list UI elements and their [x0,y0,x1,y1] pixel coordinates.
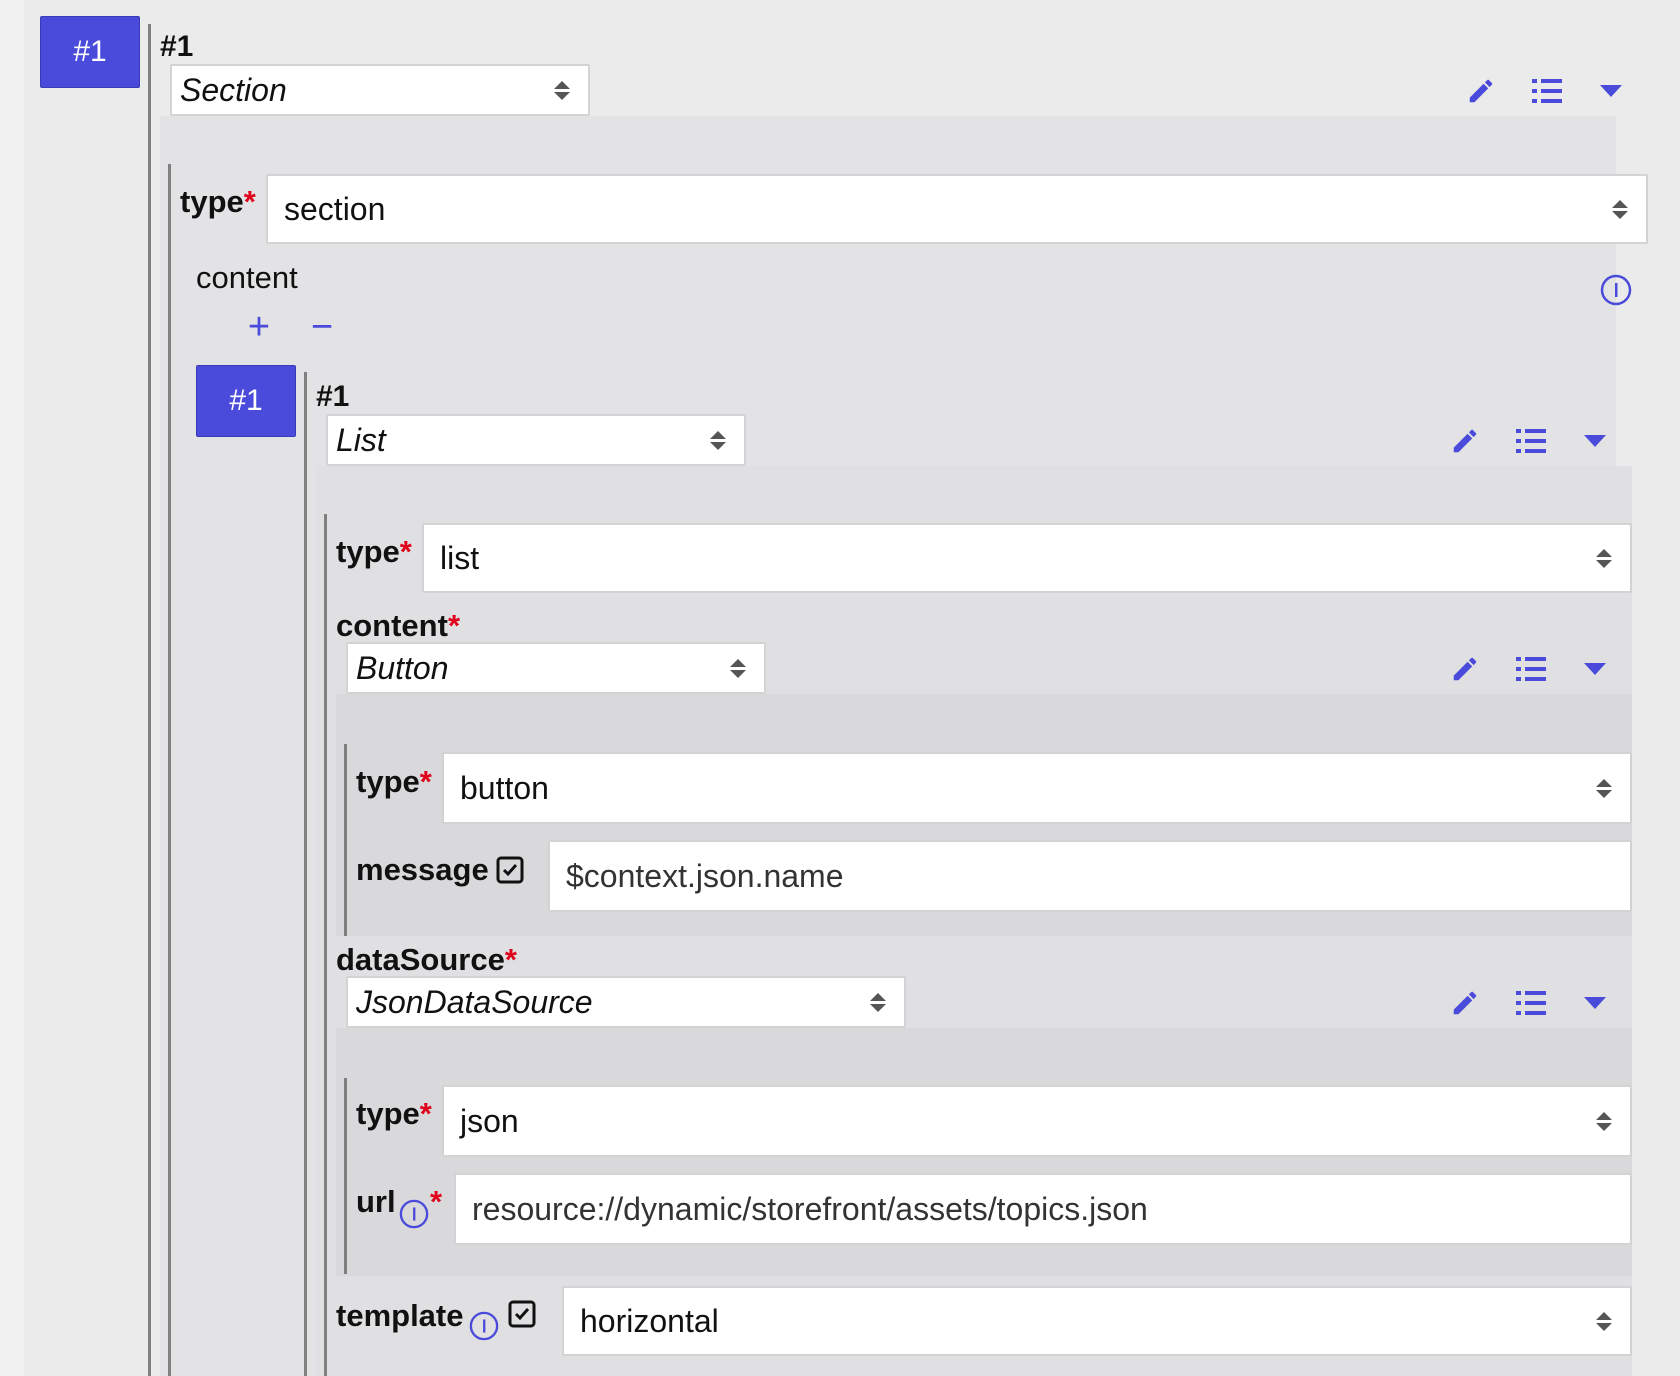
nesting-guide-line [344,1078,347,1274]
nesting-guide-line [344,744,347,936]
caret-down-icon[interactable] [1592,72,1630,110]
field-label-type: type* [356,1096,432,1131]
pencil-icon[interactable] [1462,72,1500,110]
type-select[interactable]: button [442,752,1632,824]
pencil-icon[interactable] [1446,984,1484,1022]
select-value: json [460,1102,519,1139]
nesting-guide-line [148,24,151,1376]
field-label-url: url [356,1184,396,1219]
list-kind-select[interactable]: List [326,414,746,466]
field-label-type: type* [336,534,412,569]
caret-down-icon[interactable] [1576,650,1614,688]
list-icon[interactable] [1512,984,1550,1022]
select-value: section [284,190,386,227]
select-value: list [440,539,480,576]
select-arrows-icon [550,80,574,100]
field-label-message: message [356,852,489,887]
select-value: JsonDataSource [356,983,593,1020]
select-arrows-icon [706,430,730,450]
field-label-type: type* [180,184,256,219]
list-icon[interactable] [1512,650,1550,688]
nesting-guide-line [304,372,307,1376]
field-label-content: content* [336,608,461,643]
pencil-icon[interactable] [1446,422,1484,460]
info-icon[interactable] [468,1310,500,1342]
select-arrows-icon [1608,199,1632,219]
list-icon[interactable] [1512,422,1550,460]
button-kind-select[interactable]: Button [346,642,766,694]
select-value: Button [356,649,449,686]
caret-down-icon[interactable] [1576,984,1614,1022]
url-input[interactable]: resource://dynamic/storefront/assets/top… [454,1173,1632,1245]
section-kind-select[interactable]: Section [170,64,590,116]
item-index-button[interactable]: #1 [40,16,140,88]
info-icon[interactable] [398,1198,430,1230]
checkbox-checked-icon[interactable] [494,854,526,886]
nesting-guide-line [168,164,171,1376]
remove-item-button[interactable]: − [305,306,339,348]
type-select[interactable]: section [266,174,1648,244]
type-select[interactable]: json [442,1085,1632,1157]
select-value: List [336,421,386,458]
message-input[interactable]: $context.json.name [548,840,1632,912]
field-label-type: type* [356,764,432,799]
type-select[interactable]: list [422,523,1632,593]
item-index-button[interactable]: #1 [196,365,296,437]
select-arrows-icon [1592,1311,1616,1331]
caret-down-icon[interactable] [1576,422,1614,460]
select-arrows-icon [1592,778,1616,798]
nesting-guide-line [324,514,327,1376]
input-value: $context.json.name [566,857,844,894]
field-label-content: content [196,260,298,295]
item-heading: #1 [160,30,194,63]
add-item-button[interactable]: + [242,306,276,348]
select-value: horizontal [580,1302,719,1339]
info-icon[interactable] [1600,274,1632,306]
list-icon[interactable] [1528,72,1566,110]
pencil-icon[interactable] [1446,650,1484,688]
select-arrows-icon [1592,548,1616,568]
input-value: resource://dynamic/storefront/assets/top… [472,1190,1148,1227]
select-arrows-icon [866,992,890,1012]
field-label-template: template [336,1298,464,1333]
template-select[interactable]: horizontal [562,1286,1632,1356]
required-mark: * [430,1184,443,1219]
field-label-datasource: dataSource* [336,942,517,977]
select-arrows-icon [1592,1111,1616,1131]
select-value: Section [180,71,287,108]
checkbox-checked-icon[interactable] [506,1298,538,1330]
select-arrows-icon [726,658,750,678]
item-heading: #1 [316,380,350,413]
select-value: button [460,769,549,806]
datasource-kind-select[interactable]: JsonDataSource [346,976,906,1028]
